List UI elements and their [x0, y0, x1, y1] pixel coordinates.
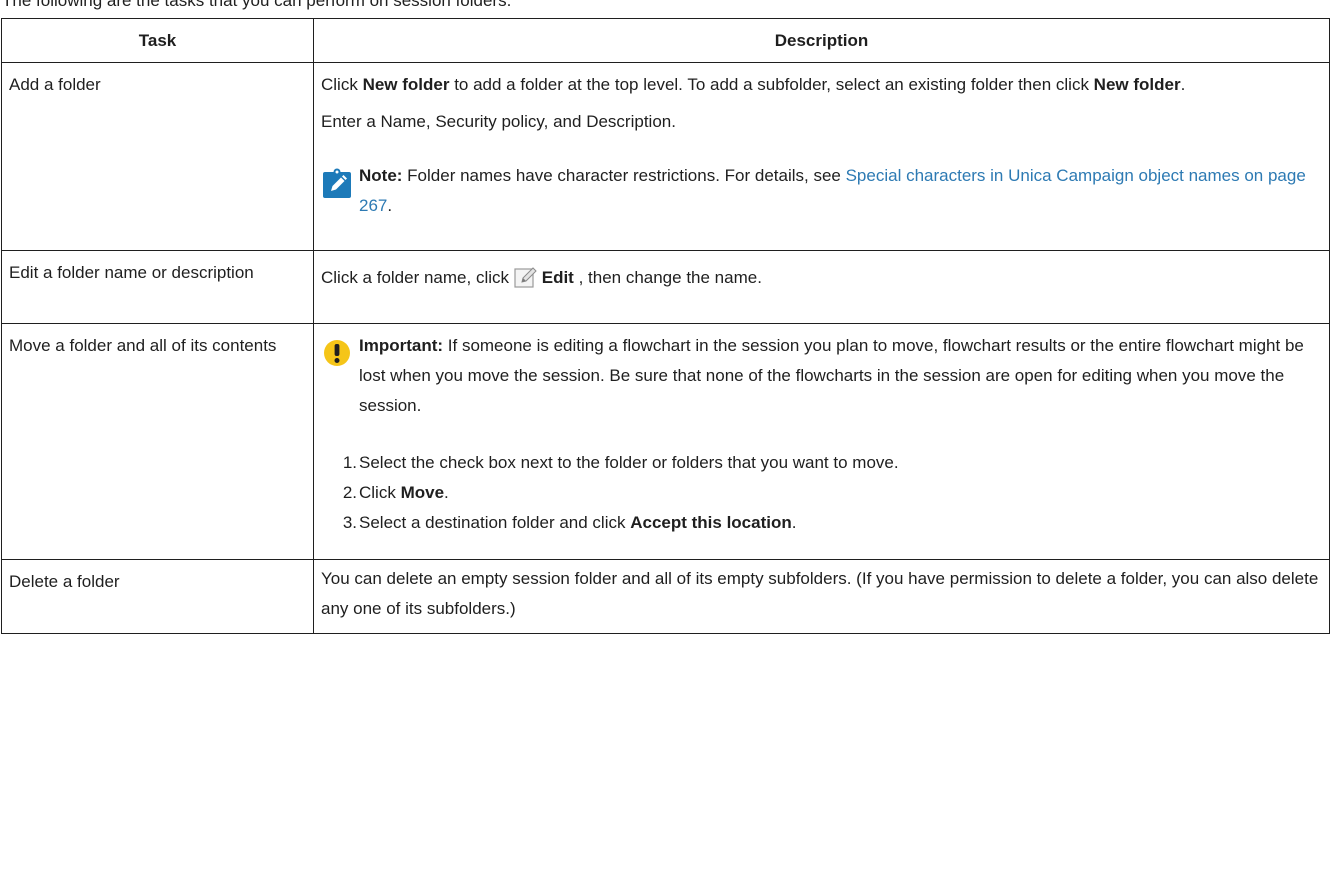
description-cell: Click New folder to add a folder at the … [313, 62, 1330, 251]
exclamation-icon [324, 340, 350, 366]
task-cell: Add a folder [1, 62, 314, 251]
task-label: Move a folder and all of its contents [9, 336, 277, 355]
list-item: 1. Select the check box next to the folde… [342, 453, 899, 472]
table-row-edit-folder: Edit a folder name or description Click … [1, 250, 1330, 324]
task-label: Edit a folder name or description [9, 263, 254, 282]
new-folder-term: New folder [362, 75, 450, 94]
pencil-note-icon [323, 168, 351, 198]
table-caption-text: The following are the tasks that you can… [2, 0, 512, 10]
note-block: Note: Folder names have character restri… [321, 161, 1322, 231]
description-cell: You can delete an empty session folder a… [313, 559, 1330, 634]
description-cell: Important: If someone is editing a flowc… [313, 323, 1330, 560]
table-caption: The following are the tasks that you can… [0, 0, 1334, 18]
edit-folder-instructions: Click a folder name, click Edit , then c… [321, 251, 1322, 293]
table-row-add-folder: Add a folder Click New folder to add a f… [1, 62, 1330, 251]
session-folder-tasks-table: Task Description Add a folder Click New … [1, 18, 1330, 634]
important-label: Important: [359, 336, 444, 355]
task-label: Add a folder [9, 75, 101, 94]
add-folder-fields: Enter a Name, Security policy, and Descr… [321, 112, 676, 131]
new-folder-term: New folder [1093, 75, 1181, 94]
header-description: Description [313, 18, 1330, 63]
delete-folder-text: You can delete an empty session folder a… [321, 569, 1319, 618]
important-text: Important: If someone is editing a flowc… [359, 336, 1304, 415]
table-row-delete-folder: Delete a folder You can delete an empty … [1, 559, 1330, 634]
important-block: Important: If someone is editing a flowc… [321, 324, 1322, 421]
edit-icon [514, 267, 537, 288]
list-item: 2. Click Move. [342, 483, 449, 502]
task-label: Delete a folder [9, 572, 120, 591]
task-cell: Delete a folder [1, 559, 314, 634]
task-cell: Move a folder and all of its contents [1, 323, 314, 560]
move-steps-list: 1. Select the check box next to the folde… [321, 448, 1322, 538]
table-header-row: Task Description [1, 18, 1330, 63]
description-cell: Click a folder name, click Edit , then c… [313, 250, 1330, 324]
note-label: Note: [359, 166, 403, 185]
move-term: Move [400, 483, 445, 502]
accept-location-term: Accept this location [630, 513, 792, 532]
add-folder-instructions: Click New folder to add a folder at the … [321, 75, 1186, 94]
note-text: Note: Folder names have character restri… [359, 166, 1306, 215]
table-row-move-folder: Move a folder and all of its contents Im… [1, 323, 1330, 560]
header-task: Task [1, 18, 314, 63]
task-cell: Edit a folder name or description [1, 250, 314, 324]
edit-term: Edit [541, 268, 574, 287]
list-item: 3. Select a destination folder and click … [342, 513, 797, 532]
